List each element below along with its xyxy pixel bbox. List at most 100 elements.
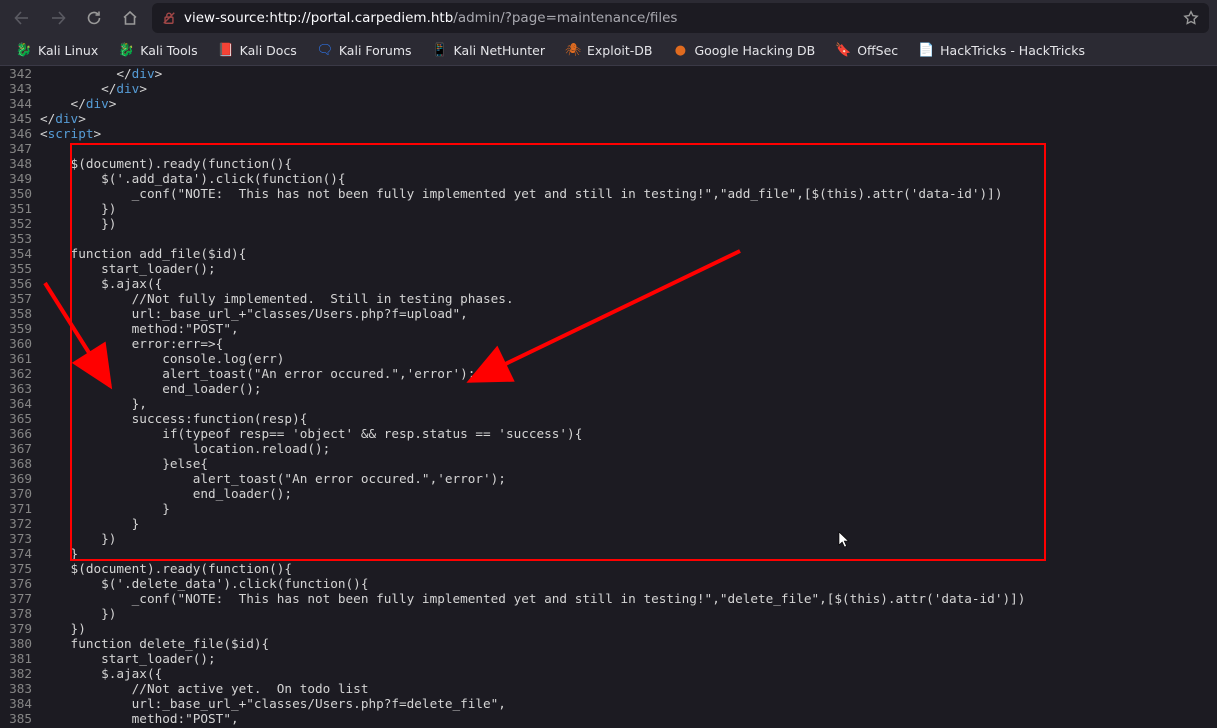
line-number: 348 xyxy=(0,156,40,171)
bookmark-icon: 📕 xyxy=(218,43,234,59)
bookmark-label: Google Hacking DB xyxy=(694,43,815,58)
line-code: _conf("NOTE: This has not been fully imp… xyxy=(40,186,1002,201)
line-number: 347 xyxy=(0,141,40,156)
source-line: 377 _conf("NOTE: This has not been fully… xyxy=(0,591,1217,606)
source-line: 381 start_loader(); xyxy=(0,651,1217,666)
source-line: 378 }) xyxy=(0,606,1217,621)
line-code: } xyxy=(40,501,170,516)
bookmark-icon: 🗨 xyxy=(317,43,333,59)
line-code: error:err=>{ xyxy=(40,336,223,351)
line-code: alert_toast("An error occured.",'error')… xyxy=(40,471,506,486)
source-line: 346<script> xyxy=(0,126,1217,141)
bookmark-label: Kali NetHunter xyxy=(454,43,545,58)
bookmark-label: Kali Tools xyxy=(140,43,197,58)
line-number: 367 xyxy=(0,441,40,456)
line-code: //Not fully implemented. Still in testin… xyxy=(40,291,514,306)
source-line: 351 }) xyxy=(0,201,1217,216)
line-number: 383 xyxy=(0,681,40,696)
bookmark-item[interactable]: ●Google Hacking DB xyxy=(664,39,823,63)
lock-insecure-icon xyxy=(162,11,176,25)
source-line: 375 $(document).ready(function(){ xyxy=(0,561,1217,576)
line-code: url:_base_url_+"classes/Users.php?f=dele… xyxy=(40,696,506,711)
bookmark-item[interactable]: 🐉Kali Tools xyxy=(110,39,205,63)
line-number: 369 xyxy=(0,471,40,486)
line-number: 365 xyxy=(0,411,40,426)
source-line: 359 method:"POST", xyxy=(0,321,1217,336)
line-code: $.ajax({ xyxy=(40,276,162,291)
source-line: 379 }) xyxy=(0,621,1217,636)
source-line: 348 $(document).ready(function(){ xyxy=(0,156,1217,171)
source-line: 353 xyxy=(0,231,1217,246)
line-number: 380 xyxy=(0,636,40,651)
line-number: 368 xyxy=(0,456,40,471)
source-line: 371 } xyxy=(0,501,1217,516)
source-line: 361 console.log(err) xyxy=(0,351,1217,366)
line-number: 355 xyxy=(0,261,40,276)
source-line: 366 if(typeof resp== 'object' && resp.st… xyxy=(0,426,1217,441)
browser-toolbar: view-source:http://portal.carpediem.htb/… xyxy=(0,0,1217,36)
line-number: 350 xyxy=(0,186,40,201)
bookmark-icon: 🐉 xyxy=(16,43,32,59)
bookmark-item[interactable]: 📱 Kali NetHunter xyxy=(424,39,553,63)
line-code: $('.delete_data').click(function(){ xyxy=(40,576,368,591)
line-code: }) xyxy=(40,621,86,636)
bookmark-item[interactable]: 📄 HackTricks - HackTricks xyxy=(910,39,1093,63)
home-button[interactable] xyxy=(116,4,144,32)
address-bar[interactable]: view-source:http://portal.carpediem.htb/… xyxy=(152,3,1209,33)
line-code: </div> xyxy=(40,111,86,126)
bookmark-item[interactable]: 🕷Exploit-DB xyxy=(557,39,660,63)
line-number: 379 xyxy=(0,621,40,636)
line-code: $(document).ready(function(){ xyxy=(40,156,292,171)
line-code: end_loader(); xyxy=(40,381,262,396)
source-line: 373 }) xyxy=(0,531,1217,546)
source-line: 367 location.reload(); xyxy=(0,441,1217,456)
source-line: 345</div> xyxy=(0,111,1217,126)
bookmark-label: Kali Linux xyxy=(38,43,98,58)
view-source-pane[interactable]: 342 </div>343 </div>344 </div>345</div>3… xyxy=(0,66,1217,728)
line-number: 381 xyxy=(0,651,40,666)
line-number: 351 xyxy=(0,201,40,216)
source-line: 350 _conf("NOTE: This has not been fully… xyxy=(0,186,1217,201)
bookmark-label: Kali Forums xyxy=(339,43,412,58)
bookmark-item[interactable]: 📕Kali Docs xyxy=(210,39,305,63)
line-code: //Not active yet. On todo list xyxy=(40,681,368,696)
source-line: 365 success:function(resp){ xyxy=(0,411,1217,426)
line-number: 354 xyxy=(0,246,40,261)
line-number: 372 xyxy=(0,516,40,531)
line-code: _conf("NOTE: This has not been fully imp… xyxy=(40,591,1025,606)
bookmark-icon: 📱 xyxy=(432,43,448,59)
url-text: view-source:http://portal.carpediem.htb/… xyxy=(184,11,677,26)
forward-button[interactable] xyxy=(44,4,72,32)
source-line: 385 method:"POST", xyxy=(0,711,1217,726)
line-code: url:_base_url_+"classes/Users.php?f=uplo… xyxy=(40,306,468,321)
line-number: 382 xyxy=(0,666,40,681)
line-code: start_loader(); xyxy=(40,261,216,276)
line-code: success:function(resp){ xyxy=(40,411,307,426)
source-line: 357 //Not fully implemented. Still in te… xyxy=(0,291,1217,306)
back-button[interactable] xyxy=(8,4,36,32)
source-line: 374 } xyxy=(0,546,1217,561)
bookmark-label: HackTricks - HackTricks xyxy=(940,43,1085,58)
bookmark-star-icon[interactable] xyxy=(1183,10,1199,26)
source-line: 355 start_loader(); xyxy=(0,261,1217,276)
line-number: 362 xyxy=(0,366,40,381)
line-code: start_loader(); xyxy=(40,651,216,666)
bookmark-item[interactable]: 🐉 Kali Linux xyxy=(8,39,106,63)
line-code: method:"POST", xyxy=(40,321,239,336)
line-number: 376 xyxy=(0,576,40,591)
source-line: 349 $('.add_data').click(function(){ xyxy=(0,171,1217,186)
line-number: 363 xyxy=(0,381,40,396)
bookmark-item[interactable]: 🗨 Kali Forums xyxy=(309,39,420,63)
line-code: }else{ xyxy=(40,456,208,471)
line-number: 353 xyxy=(0,231,40,246)
source-line: 363 end_loader(); xyxy=(0,381,1217,396)
source-line: 344 </div> xyxy=(0,96,1217,111)
bookmark-item[interactable]: 🔖OffSec xyxy=(827,39,906,63)
line-code: alert_toast("An error occured.",'error')… xyxy=(40,366,475,381)
bookmark-icon: 📄 xyxy=(918,43,934,59)
line-number: 385 xyxy=(0,711,40,726)
source-line: 384 url:_base_url_+"classes/Users.php?f=… xyxy=(0,696,1217,711)
reload-button[interactable] xyxy=(80,4,108,32)
source-line: 342 </div> xyxy=(0,66,1217,81)
line-number: 378 xyxy=(0,606,40,621)
